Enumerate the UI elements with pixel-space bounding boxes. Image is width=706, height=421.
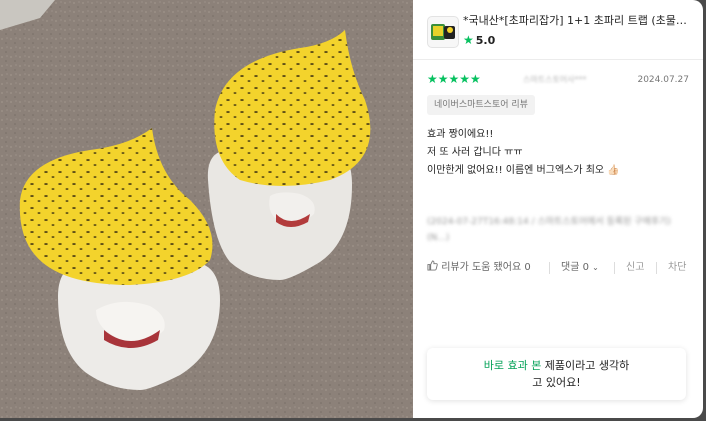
helpful-button[interactable]: 리뷰가 도움 됐어요 0 bbox=[427, 260, 531, 276]
fruit-fly-trap-photo bbox=[0, 0, 413, 418]
summary-highlight: 바로 효과 본 bbox=[483, 359, 542, 372]
product-title[interactable]: *국내산*[초파리잡가] 1+1 초파리 트랩 (초물모... bbox=[463, 14, 695, 28]
comments-label: 댓글 0 bbox=[561, 262, 589, 273]
reviewer-id: 스마트스토어사*** bbox=[523, 75, 587, 84]
action-separator bbox=[614, 262, 615, 274]
product-rating: ★ 5.0 bbox=[463, 33, 495, 48]
star-icon: ★ bbox=[463, 33, 474, 47]
summary-line-1: 바로 효과 본 제품이라고 생각하 bbox=[427, 357, 686, 374]
helpful-label: 리뷰가 도움 됐어요 bbox=[441, 262, 522, 273]
product-header[interactable]: *국내산*[초파리잡가] 1+1 초파리 트랩 (초물모... ★ 5.0 bbox=[427, 14, 699, 50]
report-button[interactable]: 신고 bbox=[626, 260, 644, 276]
summary-line-2: 고 있어요! bbox=[532, 376, 581, 389]
review-photo[interactable] bbox=[0, 0, 413, 418]
thumbs-up-icon bbox=[427, 260, 438, 271]
review-date: 2024.07.27 bbox=[637, 75, 689, 85]
product-thumbnail-image bbox=[431, 24, 455, 40]
review-meta-blurred: (2024-07-27T16:48:14 / 스마트스토어에서 등록된 구매후기… bbox=[427, 217, 671, 243]
review-summary-card: 바로 효과 본 제품이라고 생각하 고 있어요! bbox=[427, 348, 686, 400]
review-actions: 리뷰가 도움 됐어요 0 댓글 0 ⌄ 신고 차단 bbox=[427, 260, 689, 276]
review-body: 효과 짱이에요!! 저 또 사러 갑니다 ㅠㅠ 이만한게 없어요!! 이름엔 버… bbox=[427, 126, 689, 180]
review-line: 효과 짱이에요!! bbox=[427, 129, 494, 140]
review-line: 저 또 사러 갑니다 ㅠㅠ bbox=[427, 147, 523, 158]
block-button[interactable]: 차단 bbox=[668, 260, 686, 276]
summary-rest: 제품이라고 생각하 bbox=[541, 359, 630, 372]
review-star-rating: ★★★★★ bbox=[427, 72, 481, 86]
action-separator bbox=[656, 262, 657, 274]
divider bbox=[413, 59, 703, 60]
comments-button[interactable]: 댓글 0 ⌄ bbox=[561, 260, 599, 276]
product-rating-value: 5.0 bbox=[475, 34, 496, 47]
review-viewer: *국내산*[초파리잡가] 1+1 초파리 트랩 (초물모... ★ 5.0 ★★★… bbox=[0, 0, 706, 421]
helpful-count: 0 bbox=[524, 262, 531, 273]
action-separator bbox=[549, 262, 550, 274]
product-thumbnail[interactable] bbox=[427, 16, 459, 48]
review-source-tag: 네이버스마트스토어 리뷰 bbox=[427, 95, 535, 115]
review-line: 이만한게 없어요!! 이름엔 버그엑스가 최오 👍🏻 bbox=[427, 165, 620, 176]
review-panel: *국내산*[초파리잡가] 1+1 초파리 트랩 (초물모... ★ 5.0 ★★★… bbox=[413, 0, 703, 418]
chevron-down-icon: ⌄ bbox=[592, 263, 599, 272]
